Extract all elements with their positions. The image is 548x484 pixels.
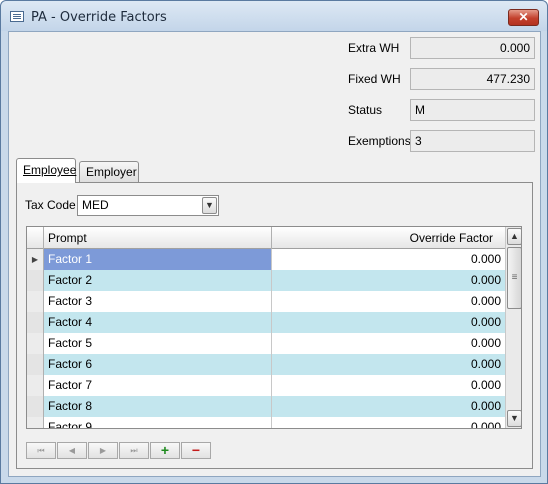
override-factor-cell[interactable]: 0.000 [272, 291, 505, 312]
row-selector[interactable] [27, 312, 44, 333]
prompt-cell[interactable]: Factor 3 [44, 291, 272, 312]
grid-header: Prompt Override Factor [27, 227, 505, 249]
tab-employee-label: Employee [23, 163, 77, 177]
next-record-button[interactable]: ▶ [88, 442, 118, 459]
window-title: PA - Override Factors [31, 10, 167, 25]
row-selector[interactable] [27, 417, 44, 428]
prompt-cell[interactable]: Factor 7 [44, 375, 272, 396]
table-row[interactable]: Factor 9 0.000 [27, 417, 505, 428]
tab-employer-label: Employer [86, 165, 137, 179]
scrollbar-thumb[interactable]: ≡ [507, 247, 521, 309]
header-selector-cell [27, 227, 44, 249]
tax-code-value: MED [82, 198, 109, 212]
row-selector[interactable] [27, 333, 44, 354]
status-field: M [410, 99, 535, 121]
row-selector[interactable] [27, 396, 44, 417]
status-label: Status [348, 103, 383, 117]
row-selector[interactable] [27, 375, 44, 396]
row-selector[interactable] [27, 354, 44, 375]
row-indicator-icon[interactable]: ▶ [27, 249, 44, 270]
tax-code-select[interactable]: MED ▼ [77, 195, 219, 216]
tax-code-label: Tax Code [25, 198, 76, 212]
previous-record-button[interactable]: ◀ [57, 442, 87, 459]
grid-rows: ▶ Factor 1 0.000 Factor 2 0.000 Factor 3 0.000… [27, 249, 505, 428]
prompt-cell[interactable]: Factor 9 [44, 417, 272, 428]
row-selector[interactable] [27, 291, 44, 312]
exemptions-field: 3 [410, 130, 535, 152]
tab-employee[interactable]: Employee [16, 158, 76, 183]
override-factor-cell[interactable]: 0.000 [272, 396, 505, 417]
add-record-button[interactable]: + [150, 442, 180, 459]
last-record-button[interactable]: ⏭ [119, 442, 149, 459]
table-row[interactable]: Factor 2 0.000 [27, 270, 505, 291]
table-row[interactable]: Factor 3 0.000 [27, 291, 505, 312]
close-button[interactable]: ✕ [508, 9, 539, 26]
column-header-prompt[interactable]: Prompt [44, 227, 272, 249]
window-client-area: Extra WH 0.000 Fixed WH 477.230 Status M… [8, 31, 541, 477]
column-header-override-factor[interactable]: Override Factor [272, 227, 505, 249]
extra-wh-field: 0.000 [410, 37, 535, 59]
delete-record-button[interactable]: − [181, 442, 211, 459]
override-factors-window: PA - Override Factors ✕ Extra WH 0.000 F… [0, 0, 548, 484]
table-row[interactable]: ▶ Factor 1 0.000 [27, 249, 505, 270]
override-factor-cell[interactable]: 0.000 [272, 312, 505, 333]
prompt-cell[interactable]: Factor 6 [44, 354, 272, 375]
chevron-down-icon[interactable]: ▼ [202, 197, 217, 214]
scroll-up-icon[interactable]: ▲ [507, 228, 521, 245]
first-record-button[interactable]: ⏮ [26, 442, 56, 459]
table-row[interactable]: Factor 5 0.000 [27, 333, 505, 354]
table-row[interactable]: Factor 4 0.000 [27, 312, 505, 333]
record-navigator: ⏮ ◀ ▶ ⏭ + − [26, 442, 211, 460]
extra-wh-label: Extra WH [348, 41, 400, 55]
form-icon [10, 11, 24, 22]
row-selector[interactable] [27, 270, 44, 291]
prompt-cell[interactable]: Factor 4 [44, 312, 272, 333]
tab-employer[interactable]: Employer [79, 161, 139, 182]
override-factor-cell[interactable]: 0.000 [272, 354, 505, 375]
override-factor-cell[interactable]: 0.000 [272, 417, 505, 428]
override-factor-cell[interactable]: 0.000 [272, 375, 505, 396]
override-factor-cell[interactable]: 0.000 [272, 249, 505, 270]
table-row[interactable]: Factor 8 0.000 [27, 396, 505, 417]
grid-vertical-scrollbar[interactable]: ▲ ≡ ▼ [505, 227, 521, 428]
prompt-cell[interactable]: Factor 8 [44, 396, 272, 417]
prompt-cell[interactable]: Factor 1 [44, 249, 272, 270]
prompt-cell[interactable]: Factor 5 [44, 333, 272, 354]
title-bar[interactable]: PA - Override Factors ✕ [1, 1, 547, 31]
table-row[interactable]: Factor 6 0.000 [27, 354, 505, 375]
fixed-wh-field: 477.230 [410, 68, 535, 90]
exemptions-label: Exemptions [348, 134, 411, 148]
table-row[interactable]: Factor 7 0.000 [27, 375, 505, 396]
scroll-down-icon[interactable]: ▼ [507, 410, 521, 427]
override-factor-cell[interactable]: 0.000 [272, 333, 505, 354]
override-factor-cell[interactable]: 0.000 [272, 270, 505, 291]
employee-tab-panel: Tax Code MED ▼ Prompt Override Factor ▶ F… [16, 182, 533, 469]
prompt-cell[interactable]: Factor 2 [44, 270, 272, 291]
fixed-wh-label: Fixed WH [348, 72, 401, 86]
override-factors-grid: Prompt Override Factor ▶ Factor 1 0.000 Fac… [26, 226, 522, 429]
